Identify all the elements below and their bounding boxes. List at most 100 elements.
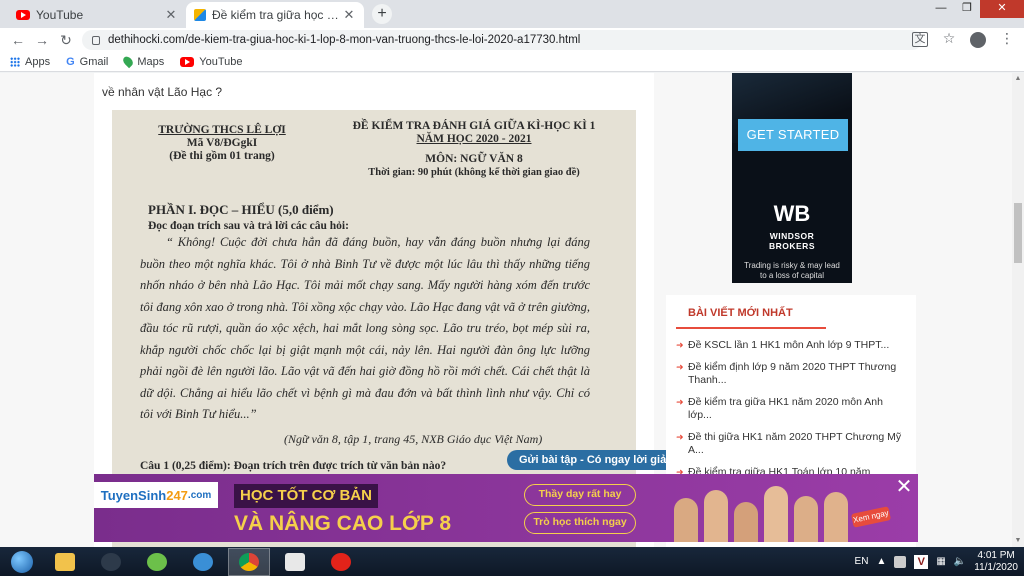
chrome-icon [239,552,259,571]
risk-warning: Trading is risky & may lead to a loss of… [736,261,848,281]
address-bar[interactable]: dethihocki.com/de-kiem-tra-giua-hoc-ki-1… [82,30,922,50]
network-icon[interactable]: ▦ [936,556,945,567]
list-item[interactable]: ➜ Đề thi giữa HK1 năm 2020 THPT Chương M… [676,431,906,457]
opera-icon [331,552,351,571]
reading-passage: “ Không! Cuộc đời chưa hẳn đã đáng buồn,… [140,235,590,421]
logo-accent: 247 [166,487,188,503]
part-title: PHẦN I. ĐỌC – HIỂU (5,0 điểm) [148,202,334,217]
bookmark-label: Gmail [79,55,109,68]
banner-pill-2: Trò học thích ngay [524,512,636,534]
person-figure [704,490,728,542]
school-year: NĂM HỌC 2020 - 2021 [416,133,532,145]
back-arrow-icon[interactable]: ← [6,32,30,48]
arrow-right-icon: ➜ [676,397,684,407]
bookmark-label: Maps [137,55,165,68]
post-link[interactable]: Đề thi giữa HK1 năm 2020 THPT Chương Mỹ … [688,431,902,457]
clock[interactable]: 4:01 PM 11/1/2020 [974,550,1018,574]
question-1: Câu 1 (0,25 điểm): Đoạn trích trên được … [140,460,447,472]
post-link[interactable]: Đề kiểm định lớp 9 năm 2020 THPT Thương … [688,361,902,387]
star-bookmark-icon[interactable]: ☆ [940,30,958,48]
maximize-icon[interactable]: ❐ [954,0,980,18]
volume-icon[interactable]: 🔈 [954,556,966,567]
windsor-ad[interactable]: GET STARTED WB WINDSOR BROKERS Trading i… [732,73,852,283]
person-figure [734,502,758,542]
person-figure [824,492,848,542]
page-count: (Đề thi gồm 01 trang) [169,150,275,162]
taskbar-chrome[interactable] [228,547,270,576]
taskbar-internet-explorer[interactable] [182,548,224,576]
clock-time: 4:01 PM [977,549,1015,561]
get-started-button[interactable]: GET STARTED [738,119,848,151]
banner-headline-2: VÀ NÂNG CAO LỚP 8 [234,512,452,535]
question-text: về nhân vật Lão Hạc ? [102,85,223,99]
list-item[interactable]: ➜ Đề KSCL lần 1 HK1 môn Anh lớp 9 THPT..… [676,339,906,352]
translate-icon[interactable]: 文 [912,32,928,47]
tray-app-icon[interactable] [894,555,907,568]
exam-title: ĐỀ KIỂM TRA ĐÁNH GIÁ GIỮA KÌ-HỌC KÌ 1 [352,120,596,132]
profile-avatar-icon[interactable] [970,32,986,48]
close-tab-icon[interactable]: ✕ [342,7,356,23]
bookmark-label: YouTube [199,55,243,68]
ie-icon [193,552,213,571]
exam-header: ĐỀ KIỂM TRA ĐÁNH GIÁ GIỮA KÌ-HỌC KÌ 1 NĂ… [334,120,614,146]
youtube-icon [16,10,30,20]
logo-main: TuyenSinh [100,487,167,503]
taskbar-nox[interactable] [90,548,132,576]
list-item[interactable]: ➜ Đề kiểm tra giữa HK1 năm 2020 môn Anh … [676,396,906,422]
passage-source: (Ngữ văn 8, tập 1, trang 45, NXB Giáo dụ… [284,432,543,446]
close-tab-icon[interactable]: ✕ [164,7,178,23]
arrow-right-icon: ➜ [676,432,684,442]
tray-v-icon[interactable]: V [914,554,929,569]
scroll-thumb[interactable] [1014,203,1022,263]
list-item[interactable]: ➜ Đề kiểm định lớp 9 năm 2020 THPT Thươn… [676,361,906,387]
exam-duration: Thời gian: 90 phút (không kể thời gian g… [368,167,580,178]
close-ad-icon[interactable]: ✕ [894,477,914,498]
scroll-down-icon[interactable]: ▼ [1012,535,1024,547]
bookmark-youtube[interactable]: YouTube [180,55,243,68]
scroll-up-icon[interactable]: ▲ [1012,73,1024,85]
taskbar-opera[interactable] [320,548,362,576]
lock-icon [92,35,100,45]
apps-grid-icon [10,56,20,67]
maps-pin-icon [121,54,136,69]
bookmark-maps[interactable]: Maps [121,54,165,69]
window-close-icon[interactable]: ✕ [980,0,1024,18]
youtube-icon [180,56,195,67]
taskbar-app-red[interactable] [274,548,316,576]
tab-title: Đề kiểm tra giữa học kì 1 lớp 8 m [212,8,342,22]
school-name: TRƯỜNG THCS LÊ LỢI [158,124,286,136]
brand-line: BROKERS [768,241,815,251]
person-figure [794,496,818,542]
forward-arrow-icon[interactable]: → [30,32,54,48]
tray-chevron-icon[interactable]: ▲ [876,556,886,567]
kebab-menu-icon[interactable]: ⋮ [998,30,1016,48]
tuyensinh-banner-ad[interactable]: TuyenSinh 247 .com HỌC TỐT CƠ BẢN VÀ NÂNG … [94,474,918,542]
post-link[interactable]: Đề kiểm tra giữa HK1 năm 2020 môn Anh lớ… [688,396,902,422]
reload-icon[interactable]: ↻ [54,32,78,49]
taskbar-app-green[interactable] [136,548,178,576]
person-figure [674,498,698,542]
app-icon [285,552,305,571]
windows-taskbar: EN ▲ V ▦ 🔈 4:01 PM 11/1/2020 [0,547,1024,576]
taskbar-file-explorer[interactable] [44,548,86,576]
tab-youtube[interactable]: YouTube ✕ [8,2,186,28]
post-link[interactable]: Đề KSCL lần 1 HK1 môn Anh lớp 9 THPT... [688,339,889,352]
bookmark-gmail[interactable]: G Gmail [66,56,108,68]
bookmark-apps[interactable]: Apps [10,56,50,68]
tab-strip: YouTube ✕ Đề kiểm tra giữa học kì 1 lớp … [0,0,1024,28]
arrow-right-icon: ➜ [676,340,684,350]
google-icon: G [66,55,75,68]
app-icon [147,552,167,571]
new-tab-button[interactable]: + [372,4,392,24]
minimize-icon[interactable]: — [928,0,954,18]
windsor-logo: WB [773,201,811,226]
start-button[interactable] [4,548,40,576]
language-indicator[interactable]: EN [855,556,869,567]
browser-toolbar: ← → ↻ dethihocki.com/de-kiem-tra-giua-ho… [0,28,1024,52]
site-favicon-icon [194,9,206,21]
instruction: Đọc đoạn trích sau và trả lời các câu hỏ… [148,220,349,232]
tab-dethihocki[interactable]: Đề kiểm tra giữa học kì 1 lớp 8 m ✕ [186,2,364,28]
brand-name: WINDSOR BROKERS [732,231,852,251]
page-scrollbar[interactable]: ▲ ▼ [1012,73,1024,547]
window-controls: — ❐ ✕ [928,0,1024,18]
